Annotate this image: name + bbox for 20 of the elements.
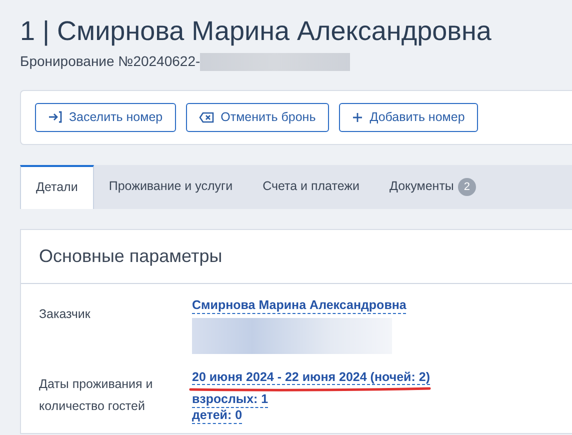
action-button[interactable]: Добавить номер bbox=[338, 103, 478, 132]
enter-icon bbox=[48, 111, 62, 124]
count-badge: 2 bbox=[458, 178, 476, 196]
action-button[interactable]: Заселить номер bbox=[35, 103, 176, 132]
tab[interactable]: Проживание и услуги bbox=[94, 164, 248, 209]
action-button[interactable]: Отменить бронь bbox=[186, 103, 329, 132]
plus-icon bbox=[352, 112, 363, 123]
tab[interactable]: Счета и платежи bbox=[248, 164, 374, 209]
tab[interactable]: Документы 2 bbox=[374, 164, 492, 209]
field-link[interactable]: взрослых: 1 bbox=[192, 392, 268, 408]
field-link[interactable]: детей: 0 bbox=[192, 408, 242, 424]
field-link[interactable]: 20 июня 2024 - 22 июня 2024 (ночей: 2) bbox=[192, 370, 430, 386]
field-label: Даты проживания и количество гостей bbox=[39, 376, 154, 415]
booking-number: Бронирование №20240622- bbox=[20, 52, 200, 72]
tab[interactable]: Детали bbox=[20, 164, 94, 209]
section-title: Основные параметры bbox=[21, 230, 572, 284]
backspace-icon bbox=[198, 112, 214, 123]
page-title: 1 | Смирнова Марина Александровна bbox=[20, 15, 492, 48]
field-link[interactable]: Смирнова Марина Александровна bbox=[192, 298, 406, 314]
field-label: Заказчик bbox=[39, 306, 92, 324]
